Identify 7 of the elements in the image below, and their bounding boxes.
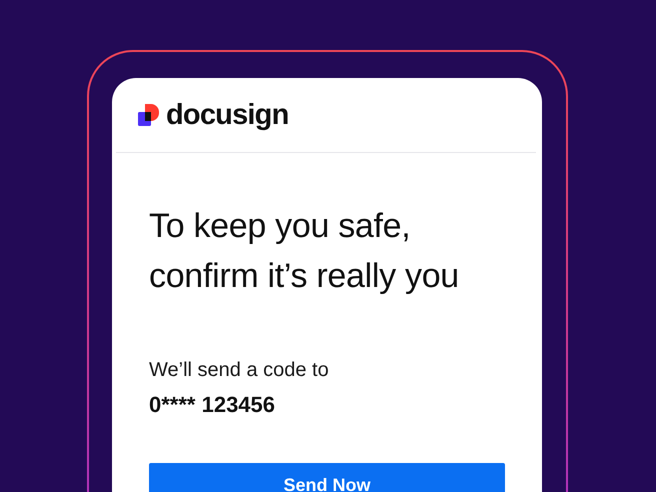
brand-name: docusign xyxy=(166,98,288,132)
message: We’ll send a code to xyxy=(149,359,330,382)
logo-icon xyxy=(138,104,160,126)
send-button[interactable]: Send Now xyxy=(149,463,505,492)
heading: To keep you safe, xyxy=(149,206,412,247)
heading: confirm it’s really you xyxy=(149,256,460,297)
phone-number: 0**** 123456 xyxy=(149,392,276,418)
